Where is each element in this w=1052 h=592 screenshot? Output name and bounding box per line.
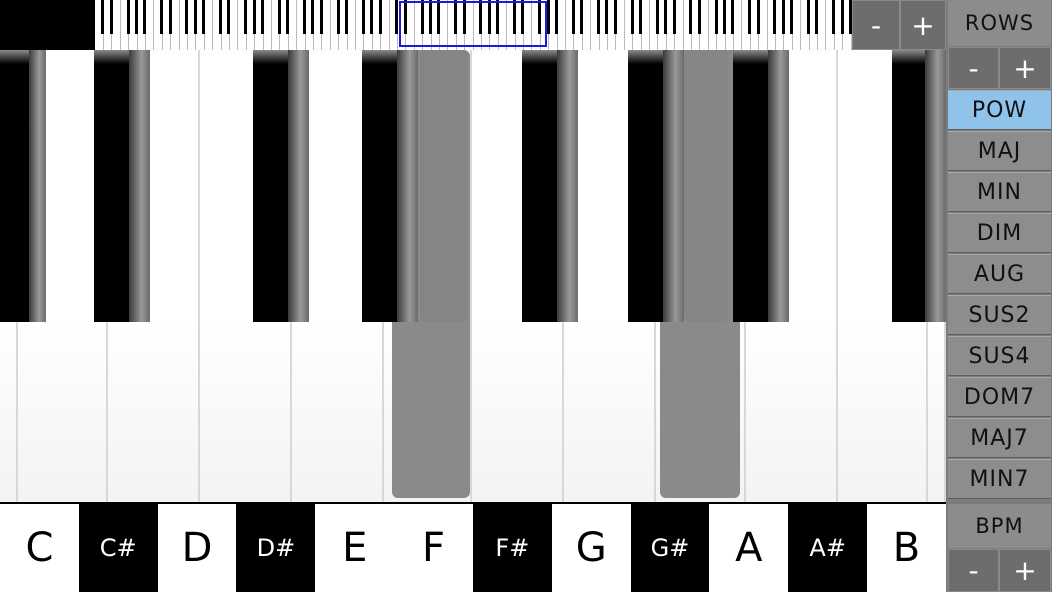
overview-white-key	[112, 0, 121, 50]
overview-white-key	[700, 0, 709, 50]
note-label: A#	[809, 534, 846, 562]
note-c-sharp-button[interactable]: C#	[78, 504, 158, 592]
zoom-in-button[interactable]: +	[900, 0, 946, 50]
zoom-in-label: +	[911, 8, 935, 42]
note-d-button[interactable]: D	[157, 504, 237, 592]
overview-white-key	[616, 0, 625, 50]
overview-white-key	[734, 0, 743, 50]
note-a-button[interactable]: A	[709, 504, 789, 592]
chord-label: DOM7	[963, 384, 1036, 410]
note-label: G#	[650, 534, 690, 562]
overview-white-key	[818, 0, 827, 50]
pressed-key-upper	[684, 50, 728, 322]
overview-white-key	[230, 0, 239, 50]
chord-dim-button[interactable]: DIM	[948, 213, 1051, 253]
note-label: E	[342, 525, 368, 571]
pressed-key-upper	[420, 50, 468, 322]
note-f-button[interactable]: F	[394, 504, 473, 592]
note-g-button[interactable]: G	[551, 504, 631, 592]
black-key[interactable]	[94, 50, 150, 322]
overview-white-key	[759, 0, 768, 50]
note-g-sharp-button[interactable]: G#	[630, 504, 710, 592]
rows-plus-button[interactable]: +	[999, 47, 1051, 89]
overview-white-key	[583, 0, 592, 50]
piano-keyboard[interactable]	[0, 50, 946, 502]
note-a-sharp-button[interactable]: A#	[788, 504, 868, 592]
overview-white-key	[171, 0, 180, 50]
piano-app: - + ROWS - + POW MAJ MIN DIM AUG SUS2 SU…	[0, 0, 1052, 592]
note-label: C#	[99, 534, 137, 562]
chord-label: DIM	[976, 220, 1023, 246]
bpm-plus-label: +	[1013, 554, 1037, 587]
chord-maj7-button[interactable]: MAJ7	[948, 418, 1051, 458]
bpm-plus-button[interactable]: +	[999, 549, 1051, 592]
black-key[interactable]	[522, 50, 578, 322]
chord-sus2-button[interactable]: SUS2	[948, 295, 1051, 335]
keyboard-overview[interactable]	[0, 0, 852, 50]
note-label: F#	[495, 534, 530, 562]
overview-white-key	[558, 0, 566, 50]
rows-label: ROWS	[948, 0, 1051, 46]
note-f-sharp-button[interactable]: F#	[472, 504, 552, 592]
black-key[interactable]	[892, 50, 946, 322]
chord-label: MAJ	[977, 138, 1022, 164]
rows-minus-label: -	[968, 51, 979, 85]
overview-left-margin	[0, 0, 95, 50]
chord-label: MIN	[977, 179, 1022, 205]
black-key[interactable]	[0, 50, 46, 322]
overview-white-key	[381, 0, 390, 50]
chord-label: MIN7	[969, 466, 1030, 492]
note-label: D#	[256, 534, 296, 562]
chord-sus4-button[interactable]: SUS4	[948, 336, 1051, 376]
note-label: B	[892, 525, 921, 571]
chord-dom7-button[interactable]: DOM7	[948, 377, 1051, 417]
overview-white-key	[348, 0, 356, 50]
overview-white-key	[146, 0, 155, 50]
chord-min7-button[interactable]: MIN7	[948, 459, 1051, 499]
chord-label: POW	[971, 97, 1028, 123]
note-label: C	[25, 525, 54, 571]
chord-label: SUS4	[968, 343, 1031, 369]
note-selector: C C# D D# E F F# G G# A A# B	[0, 504, 946, 592]
bpm-label: BPM	[948, 504, 1051, 548]
overview-white-key	[289, 0, 298, 50]
note-label: F	[422, 525, 446, 571]
note-b-button[interactable]: B	[867, 504, 946, 592]
rows-minus-button[interactable]: -	[948, 47, 999, 89]
rows-plus-label: +	[1013, 51, 1037, 85]
black-key[interactable]	[628, 50, 684, 322]
note-label: D	[181, 525, 213, 571]
bpm-minus-label: -	[968, 554, 979, 587]
note-label: A	[735, 525, 763, 571]
zoom-out-button[interactable]: -	[852, 0, 900, 50]
overview-visible-range-window[interactable]	[399, 1, 547, 47]
overview-white-key	[205, 0, 214, 50]
chord-pow-button[interactable]: POW	[948, 90, 1051, 130]
chord-label: MAJ7	[970, 425, 1029, 451]
overview-white-key	[322, 0, 331, 50]
chord-maj-button[interactable]: MAJ	[948, 131, 1051, 171]
bpm-minus-button[interactable]: -	[948, 549, 999, 592]
black-key[interactable]	[253, 50, 309, 322]
note-label: G	[575, 525, 607, 571]
chord-aug-button[interactable]: AUG	[948, 254, 1051, 294]
note-d-sharp-button[interactable]: D#	[236, 504, 316, 592]
note-c-button[interactable]: C	[0, 504, 79, 592]
note-e-button[interactable]: E	[315, 504, 395, 592]
overview-white-key	[264, 0, 272, 50]
zoom-out-label: -	[870, 8, 882, 42]
overview-white-key	[793, 0, 802, 50]
chord-label: AUG	[973, 261, 1026, 287]
chord-label: SUS2	[968, 302, 1031, 328]
overview-white-key	[675, 0, 684, 50]
chord-min-button[interactable]: MIN	[948, 172, 1051, 212]
black-key[interactable]	[733, 50, 789, 322]
black-key[interactable]	[362, 50, 418, 322]
overview-white-key	[642, 0, 650, 50]
